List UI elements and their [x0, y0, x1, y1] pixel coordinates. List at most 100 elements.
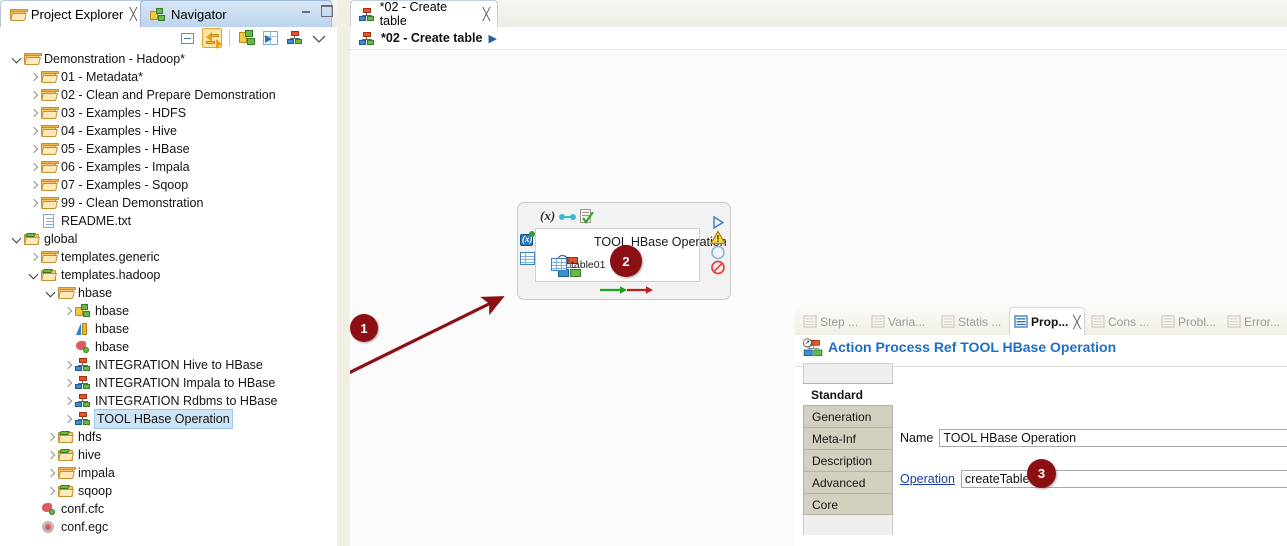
name-input[interactable] [939, 429, 1287, 447]
tab-project-explorer[interactable]: Project Explorer ╳ [0, 0, 146, 27]
filter-icon[interactable] [237, 28, 257, 48]
side-tab-standard[interactable]: Standard [803, 383, 893, 405]
show-grid-icon[interactable] [261, 28, 281, 48]
side-tab-meta-inf[interactable]: Meta-Inf [803, 427, 893, 449]
tree-item[interactable]: global [0, 230, 336, 248]
project-tree[interactable]: Demonstration - Hadoop* 01 - Metadata* 02 … [0, 50, 336, 546]
tree-item[interactable]: hbase [0, 320, 336, 338]
properties-tab-label: Step ... [820, 314, 859, 329]
run-icon[interactable] [710, 215, 726, 230]
properties-tab-2[interactable]: Statis ... [937, 308, 1007, 335]
chevron-right-icon[interactable] [27, 122, 40, 140]
properties-tab-0[interactable]: Step ... [799, 308, 865, 335]
tree-item[interactable]: README.txt [0, 212, 336, 230]
chevron-down-icon[interactable] [10, 230, 23, 248]
chevron-right-icon[interactable] [27, 194, 40, 212]
chevron-right-icon[interactable]: ▶ [488, 32, 496, 45]
tree-item[interactable]: 07 - Examples - Sqoop [0, 176, 336, 194]
link-with-editor-icon[interactable] [202, 28, 222, 49]
view-menu-icon[interactable] [309, 28, 329, 48]
forbidden-icon[interactable] [710, 260, 726, 275]
process-icon[interactable] [285, 28, 305, 48]
warning-icon[interactable] [709, 230, 727, 245]
chevron-right-icon[interactable] [27, 104, 40, 122]
field-label-link[interactable]: Operation [900, 472, 955, 486]
chevron-right-icon[interactable] [61, 374, 74, 392]
tree-item[interactable]: INTEGRATION Rdbms to HBase [0, 392, 336, 410]
maximize-icon[interactable] [320, 4, 333, 17]
variable-icon[interactable]: (x) [540, 208, 555, 224]
package-icon [40, 267, 58, 283]
tree-item[interactable]: impala [0, 464, 336, 482]
tree-item[interactable]: 04 - Examples - Hive [0, 122, 336, 140]
tree-item[interactable]: 05 - Examples - HBase [0, 140, 336, 158]
tree-item[interactable]: 03 - Examples - HDFS [0, 104, 336, 122]
tree-item[interactable]: 02 - Clean and Prepare Demonstration [0, 86, 336, 104]
side-tab-advanced[interactable]: Advanced [803, 471, 893, 493]
validated-doc-icon[interactable] [580, 208, 595, 224]
close-icon[interactable]: ╳ [130, 7, 137, 21]
tree-item[interactable]: hbase [0, 284, 336, 302]
tree-item[interactable]: Demonstration - Hadoop* [0, 50, 336, 68]
side-tab-generation[interactable]: Generation [803, 405, 893, 427]
close-icon[interactable]: ╳ [1073, 315, 1080, 329]
collapse-all-icon[interactable] [178, 28, 198, 48]
chevron-right-icon[interactable] [27, 140, 40, 158]
close-icon[interactable]: ╳ [483, 7, 490, 21]
tree-item[interactable]: TOOL HBase Operation [0, 409, 336, 429]
properties-tab-3[interactable]: Prop... ╳ [1009, 307, 1085, 335]
properties-side-tabs[interactable]: Standard Generation Meta-Inf Description Adv… [803, 363, 893, 535]
chevron-right-icon[interactable] [44, 464, 57, 482]
properties-tab-1[interactable]: Varia... [867, 308, 935, 335]
tree-item[interactable]: INTEGRATION Impala to HBase [0, 374, 336, 392]
editor-tab-create-table[interactable]: *02 - Create table ╳ [350, 0, 498, 28]
grid-icon[interactable] [520, 252, 536, 266]
tree-item[interactable]: hbase [0, 338, 336, 356]
chevron-right-icon[interactable] [44, 482, 57, 500]
disabled-circle-icon[interactable] [710, 245, 726, 260]
tree-item[interactable]: sqoop [0, 482, 336, 500]
tree-item[interactable]: templates.generic [0, 248, 336, 266]
properties-tab-4[interactable]: Cons ... [1087, 308, 1155, 335]
side-tab-core[interactable]: Core [803, 493, 893, 515]
chevron-right-icon[interactable] [27, 158, 40, 176]
chevron-right-icon[interactable] [61, 410, 74, 428]
chevron-right-icon[interactable] [44, 446, 57, 464]
chevron-right-icon[interactable] [61, 392, 74, 410]
properties-tab-6[interactable]: Error... [1223, 308, 1285, 335]
tree-item[interactable]: hdfs [0, 428, 336, 446]
tree-item[interactable]: 99 - Clean Demonstration [0, 194, 336, 212]
operation-input[interactable] [960, 470, 1287, 488]
tree-item[interactable]: hive [0, 446, 336, 464]
chevron-right-icon[interactable] [27, 176, 40, 194]
chevron-down-icon[interactable] [10, 50, 23, 68]
tree-item-label: TOOL HBase Operation [94, 409, 233, 429]
tree-item[interactable]: conf.egc [0, 518, 336, 536]
properties-tab-5[interactable]: Probl... [1157, 308, 1221, 335]
insert-variable-icon[interactable]: (x) [520, 231, 536, 248]
field-operation: Operation [900, 470, 1287, 488]
chevron-down-icon[interactable] [44, 284, 57, 302]
chevron-right-icon[interactable] [27, 86, 40, 104]
chevron-right-icon[interactable] [61, 302, 74, 320]
chevron-right-icon[interactable] [27, 248, 40, 266]
tree-item[interactable]: 06 - Examples - Impala [0, 158, 336, 176]
chevron-right-icon[interactable] [27, 68, 40, 86]
tab-label: Project Explorer [30, 6, 123, 22]
folder-icon [57, 465, 76, 481]
chevron-down-icon[interactable] [27, 266, 40, 284]
tree-item[interactable]: templates.hadoop [0, 266, 336, 284]
chevron-right-icon[interactable] [44, 428, 57, 446]
tree-item[interactable]: 01 - Metadata* [0, 68, 336, 86]
link-icon[interactable] [559, 212, 577, 220]
chevron-right-icon[interactable] [61, 356, 74, 374]
minimize-icon[interactable] [300, 4, 313, 15]
tree-item-label: 04 - Examples - Hive [61, 124, 178, 138]
tree-item[interactable]: hbase [0, 302, 336, 320]
tree-item[interactable]: conf.cfc [0, 500, 336, 518]
tree-item[interactable]: INTEGRATION Hive to HBase [0, 356, 336, 374]
side-tab-description[interactable]: Description [803, 449, 893, 471]
breadcrumb-label[interactable]: *02 - Create table [381, 31, 482, 45]
